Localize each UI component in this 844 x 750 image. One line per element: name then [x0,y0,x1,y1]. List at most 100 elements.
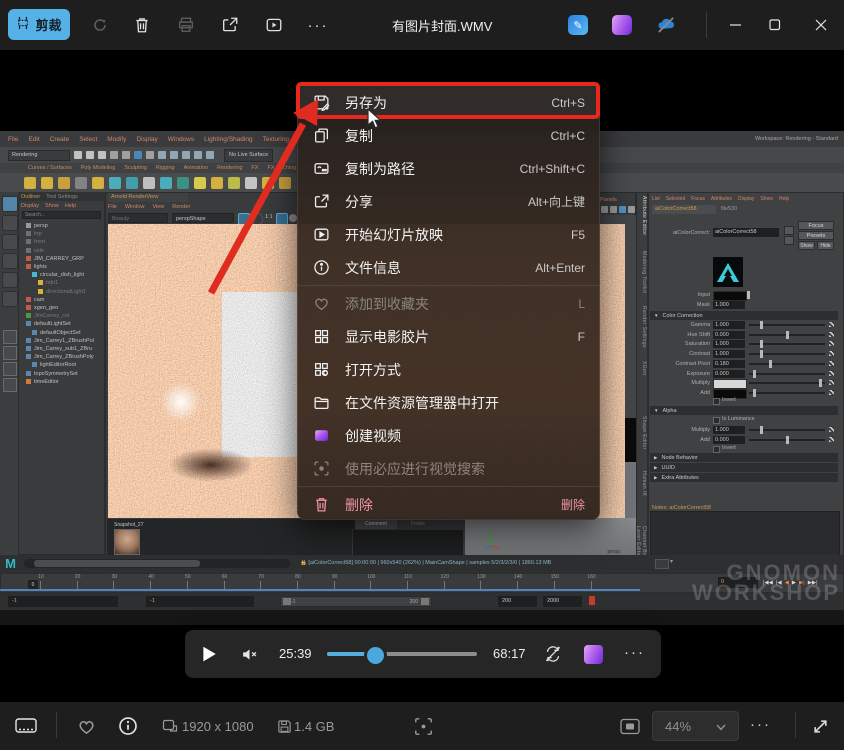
range-field-2: -1 [146,596,254,607]
renderview-menus: FileWindowViewRender [108,203,308,211]
menu-item-shortcut: L [578,297,585,311]
statusbar-more-icon[interactable]: ··· [750,716,771,733]
maya-no-live-surface: No Live Surface [224,149,273,162]
zoom-fit-icon[interactable] [618,714,642,738]
slideshow-icon[interactable] [262,13,286,37]
timeline-tick [554,581,555,589]
menu-item-label: 在文件资源管理器中打开 [345,393,585,413]
crop-button[interactable]: 剪裁 [8,9,70,40]
ae-show-button: Show [798,241,815,250]
share-icon[interactable] [218,13,242,37]
menu-item-visual-search[interactable]: 使用必应进行视觉搜索 [298,452,599,485]
timeline-transport: |◀◀|◀◀▶▶|▶▶| [763,577,843,588]
alpha-multiply-value: 1.000 [713,426,745,434]
play-button[interactable] [200,645,218,668]
ae-menu-item: Display [738,196,754,202]
current-time: 25:39 [279,646,312,661]
clipchamp-icon [312,427,330,445]
timeline-tick [591,581,592,589]
menu-item-folder[interactable]: 在文件资源管理器中打开 [298,386,599,419]
maya-menu-item: Windows [168,136,194,143]
maya-layout-button [3,330,17,344]
maya-tool-icon [194,151,202,159]
favorite-icon[interactable] [74,714,98,738]
menu-item-slideshow[interactable]: 开始幻灯片放映F5 [298,218,599,251]
outliner-item-icon [26,264,31,269]
maya-menu-item: Lighting/Shading [204,136,252,143]
maya-tool-button [2,272,18,288]
menu-item-label: 复制为路径 [345,159,520,179]
cc-contrast-pivot-handle [769,360,772,368]
chevron-down-icon: ▼ [654,408,658,413]
menu-item-shortcut: Alt+Enter [535,261,585,275]
alpha-add-handle [786,436,789,444]
menu-item-trash[interactable]: 删除删除 [298,488,599,520]
outliner-item-label: cam [34,296,44,304]
renderview-gear-icon [289,214,297,222]
ae-menu-item: Show [760,196,773,202]
outliner-item-label: side [34,247,44,255]
maya-shelf-icon [228,177,240,189]
menu-item-info[interactable]: 文件信息Alt+Enter [298,251,599,284]
maya-shelf-tab: Sculpting [124,165,147,171]
timeline-tick-label: 150 [548,574,562,580]
repeat-off-icon[interactable] [543,644,563,669]
viewport-toolbar-icon [619,206,626,213]
timeline-tick-label: 130 [474,574,488,580]
timeline-tick-label: 100 [364,574,378,580]
cc-multiply-track [749,382,825,384]
maya-shelf-icon [109,177,121,189]
section-title: UUID [661,465,674,471]
crop-button-label: 剪裁 [35,15,61,34]
side-tab-4: Shape Editor [637,416,647,468]
outliner-item-label: JIM_CARREY_GRP [34,255,84,263]
maya-shelf-tab: Poly Modeling [81,165,116,171]
menu-item-grid[interactable]: 显示电影胶片F [298,320,599,353]
fullscreen-icon[interactable] [808,714,832,738]
renderview-menu-item: Render [172,204,190,210]
seek-thumb[interactable] [364,644,387,667]
arnold-logo [713,257,743,287]
file-info-icon[interactable] [116,714,140,738]
share-icon [312,193,330,211]
menu-item-label: 显示电影胶片 [345,327,578,347]
maximize-button[interactable] [752,0,798,50]
menu-item-copy-path[interactable]: 复制为路径Ctrl+Shift+C [298,152,599,185]
delete-icon[interactable] [130,13,154,37]
clipchamp-app-icon[interactable] [610,13,634,37]
edit-app-icon[interactable]: ✎ [566,13,590,37]
more-icon[interactable]: ··· [306,13,330,37]
maya-shelf-icon [75,177,87,189]
ae-hide-button: Hide [817,241,834,250]
filmstrip-toggle-icon[interactable] [14,714,38,738]
menu-item-share[interactable]: 分享Alt+向上键 [298,185,599,218]
resolution-value: 1920 x 1080 [182,719,254,734]
chevron-right-icon: ▶ [654,455,657,461]
cc-gamma-label: Gamma [650,322,710,328]
menu-item-copy[interactable]: 复制Ctrl+C [298,119,599,152]
onedrive-off-icon[interactable] [654,13,678,37]
mute-icon[interactable] [241,646,258,668]
maya-tool-icon [122,151,130,159]
maya-rendering-dropdown: Rendering [8,150,70,161]
transport-button: ▶| [799,580,805,586]
timeline-tick-label: 60 [218,574,232,580]
clipchamp-edit-icon[interactable] [584,645,603,664]
outliner-item-icon [26,256,31,261]
close-button[interactable] [798,0,844,50]
menu-item-heart[interactable]: 添加到收藏夹L [298,287,599,320]
cc-exposure-handle [753,370,756,378]
zoom-control[interactable]: 44% [652,711,739,741]
maya-shelf-icon [177,177,189,189]
viewport-toolbar-icon [601,206,608,213]
ae-tab-inactive: file530 [718,205,752,214]
playbar-more-icon[interactable]: ··· [624,644,645,661]
menu-item-open-with[interactable]: 打开方式 [298,353,599,386]
visual-search-icon[interactable] [411,714,435,738]
timeline-tick [187,581,188,589]
maya-shelf-icon [211,177,223,189]
rotate-icon[interactable] [88,13,112,37]
print-icon[interactable] [174,13,198,37]
ae-node-field: aiColorCorrect58 [713,228,779,237]
menu-item-clipchamp[interactable]: 创建视频 [298,419,599,452]
